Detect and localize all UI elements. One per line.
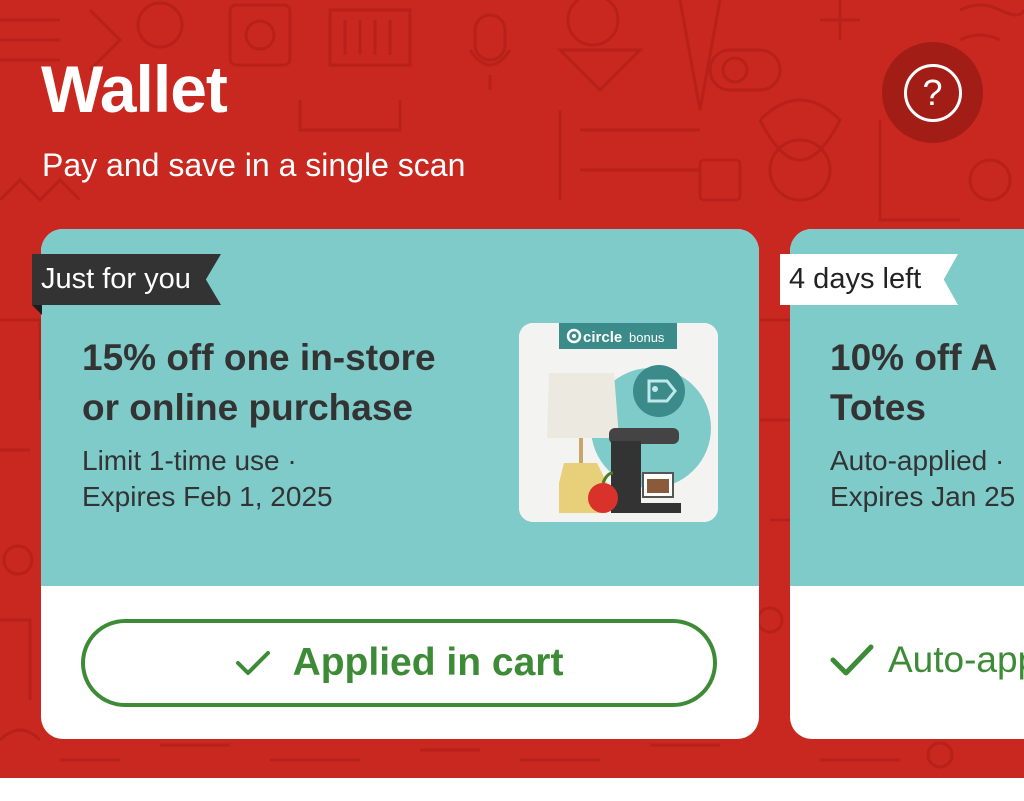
auto-applied-status: Auto-app	[830, 639, 1024, 681]
offer-tag-label: 4 days left	[789, 263, 922, 295]
page-title: Wallet	[41, 52, 228, 126]
circle-bonus-label: circle	[583, 329, 622, 346]
offer-description: Auto-applied · Expires Jan 25	[830, 443, 1015, 515]
offer-tag-label: Just for you	[41, 263, 191, 295]
offer-auto-applied: Auto-applied ·	[830, 445, 1005, 476]
page-subtitle: Pay and save in a single scan	[42, 147, 466, 183]
help-button[interactable]: ?	[882, 42, 983, 143]
offer-title-line: 10% off A	[830, 337, 998, 378]
offer-title-line: or online purchase	[82, 387, 414, 428]
offer-expiry: Expires Feb 1, 2025	[82, 481, 333, 512]
offer-card[interactable]: 15% off one in-store or online purchase …	[41, 229, 759, 739]
auto-applied-label: Auto-app	[888, 639, 1024, 680]
offer-description: Limit 1-time use · Expires Feb 1, 2025	[82, 443, 333, 515]
offer-title: 10% off A Totes	[830, 333, 997, 433]
offer-card-next[interactable]: 10% off A Totes Auto-applied · Expires J…	[790, 229, 1024, 739]
applied-in-cart-button[interactable]: Applied in cart	[81, 619, 717, 707]
bottom-strip	[0, 778, 1024, 801]
offer-product-image: circle bonus	[519, 323, 718, 522]
checkmark-icon	[235, 651, 270, 675]
offer-title-line: 15% off one in-store	[82, 337, 436, 378]
applied-in-cart-label: Applied in cart	[292, 641, 564, 684]
offer-title-line: Totes	[830, 387, 926, 428]
offer-title: 15% off one in-store or online purchase	[82, 333, 436, 433]
checkmark-icon	[830, 644, 874, 676]
offer-expiry: Expires Jan 25	[830, 481, 1016, 512]
tag-fold	[32, 305, 42, 315]
circle-bonus-suffix: bonus	[629, 330, 665, 345]
offer-tag-just-for-you: Just for you	[32, 254, 221, 305]
question-circle-icon: ?	[903, 63, 962, 122]
offer-usage-limit: Limit 1-time use ·	[82, 445, 297, 476]
offer-tag-days-left: 4 days left	[780, 254, 958, 305]
